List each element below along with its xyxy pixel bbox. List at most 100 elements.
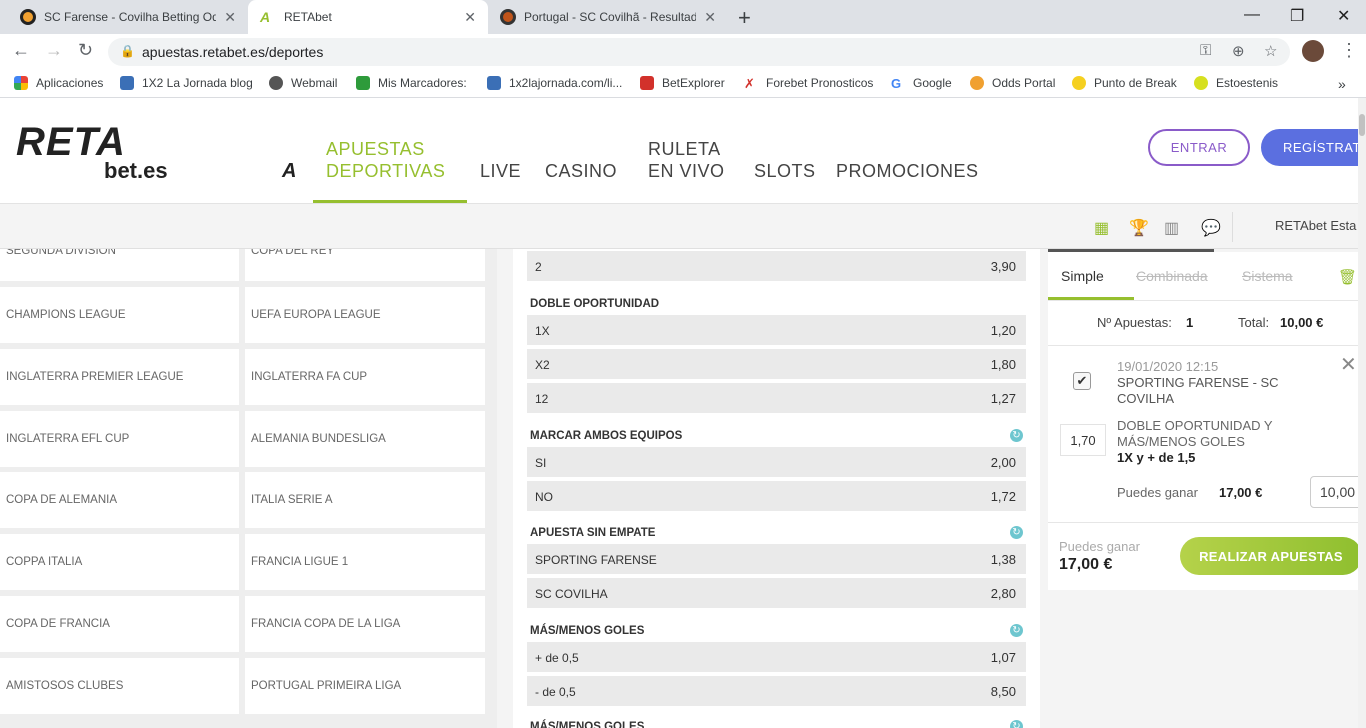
selection-label: 1X — [535, 324, 550, 338]
refresh-icon[interactable]: ↻ — [1010, 720, 1023, 728]
browser-tab-active[interactable]: A RETAbet ✕ — [248, 0, 488, 34]
league-tile[interactable]: ITALIA SERIE A — [245, 472, 485, 529]
url-text[interactable]: apuestas.retabet.es/deportes — [142, 44, 323, 60]
nav-ruleta-en-vivo[interactable]: RULETA EN VIVO — [648, 138, 725, 182]
bookmark-item[interactable]: Mis Marcadores: — [356, 76, 467, 90]
odds-row[interactable]: SI 2,00 — [527, 447, 1026, 477]
retabet-logo[interactable]: RETA bet.es — [16, 122, 168, 183]
odds-row[interactable]: SC COVILHA 2,80 — [527, 578, 1026, 608]
odds-row[interactable]: 2 3,90 — [527, 251, 1026, 281]
nav-apuestas-deportivas[interactable]: APUESTAS DEPORTIVAS — [326, 138, 445, 182]
page-scrollbar[interactable] — [1358, 98, 1366, 728]
nav-label: RULETA — [648, 139, 721, 159]
maximize-icon[interactable]: ❐ — [1290, 6, 1304, 26]
minimize-icon[interactable]: — — [1244, 6, 1260, 24]
remove-bet-icon[interactable]: ✕ — [1340, 352, 1357, 377]
realizar-apuestas-button[interactable]: REALIZAR APUESTAS — [1180, 537, 1362, 575]
star-icon[interactable]: ☆ — [1264, 42, 1277, 60]
league-tile[interactable]: AMISTOSOS CLUBES — [0, 657, 239, 714]
market-title: MÁS/MENOS GOLES — [530, 721, 645, 728]
key-icon[interactable]: ⚿ — [1200, 42, 1211, 59]
bookmark-item[interactable]: G Google — [891, 76, 952, 91]
league-tile[interactable]: SEGUNDA DIVISION — [0, 249, 239, 281]
bookmark-item[interactable]: ✗ Forebet Pronosticos — [744, 76, 873, 91]
nav-promociones[interactable]: PROMOCIONES — [836, 160, 979, 182]
bookmark-item[interactable]: Webmail — [269, 76, 337, 90]
league-tile[interactable]: PORTUGAL PRIMEIRA LIGA — [245, 657, 485, 714]
bookmark-item[interactable]: 1x2lajornada.com/li... — [487, 76, 622, 90]
odds-row[interactable]: - de 0,5 8,50 — [527, 676, 1026, 706]
refresh-icon[interactable]: ↻ — [1010, 429, 1023, 442]
league-tile[interactable]: ALEMANIA BUNDESLIGA — [245, 410, 485, 467]
league-tile[interactable]: FRANCIA COPA DE LA LIGA — [245, 596, 485, 652]
profile-avatar[interactable] — [1302, 40, 1324, 62]
close-tab-icon[interactable]: ✕ — [224, 9, 236, 26]
selection-label: 12 — [535, 392, 549, 406]
nav-live[interactable]: LIVE — [480, 160, 521, 182]
league-tile[interactable]: INGLATERRA FA CUP — [245, 348, 485, 405]
chat-icon[interactable]: 💬 — [1201, 218, 1221, 238]
entrar-button[interactable]: ENTRAR — [1148, 129, 1250, 166]
league-tile[interactable]: COPA DE FRANCIA — [0, 596, 239, 652]
league-tile[interactable]: COPPA ITALIA — [0, 534, 239, 591]
league-tile[interactable]: INGLATERRA EFL CUP — [0, 410, 239, 467]
panel-divider — [497, 249, 513, 728]
market-title: DOBLE OPORTUNIDAD — [530, 298, 660, 310]
zoom-icon[interactable]: ⊕ — [1232, 42, 1245, 60]
address-bar[interactable]: 🔒 apuestas.retabet.es/deportes ⚿ ⊕ ☆ — [108, 38, 1290, 66]
close-window-icon[interactable]: ✕ — [1337, 6, 1350, 26]
odds-row[interactable]: 12 1,27 — [527, 383, 1026, 413]
total-value: 10,00 € — [1280, 315, 1324, 330]
reload-icon[interactable]: ↻ — [78, 40, 93, 61]
refresh-icon[interactable]: ↻ — [1010, 526, 1023, 539]
trash-icon[interactable]: 🗑 — [1338, 268, 1357, 286]
browser-tab[interactable]: Portugal - SC Covilhã - Resultados ✕ — [488, 0, 728, 34]
nav-casino[interactable]: CASINO — [545, 160, 617, 182]
tab-combinada[interactable]: Combinada — [1136, 268, 1208, 284]
bookmark-item[interactable]: BetExplorer — [640, 76, 725, 90]
odds-value: 1,38 — [990, 552, 1016, 567]
bookmark-item[interactable]: 1X2 La Jornada blog — [120, 76, 253, 90]
odds-row[interactable]: 1X 1,20 — [527, 315, 1026, 345]
league-tile[interactable]: CHAMPIONS LEAGUE — [0, 287, 239, 343]
betslip: Simple Combinada Sistema 🗑 Nº Apuestas: … — [1048, 252, 1366, 590]
league-tile[interactable]: FRANCIA LIGUE 1 — [245, 534, 485, 591]
registrate-button[interactable]: REGÍSTRATE — [1261, 129, 1366, 166]
tab-simple[interactable]: Simple — [1061, 268, 1104, 284]
bookmark-label: Webmail — [291, 76, 338, 90]
odds-row[interactable]: NO 1,72 — [527, 481, 1026, 511]
league-tile[interactable]: INGLATERRA PREMIER LEAGUE — [0, 348, 239, 405]
forward-icon[interactable]: → — [45, 40, 63, 61]
league-tile[interactable]: COPA DE ALEMANIA — [0, 472, 239, 529]
browser-toolbar: ← → ↻ 🔒 apuestas.retabet.es/deportes ⚿ ⊕… — [0, 34, 1366, 70]
bookmark-apps[interactable]: Aplicaciones — [14, 76, 103, 90]
nav-slots[interactable]: SLOTS — [754, 160, 816, 182]
bookmark-item[interactable]: Punto de Break — [1072, 76, 1177, 90]
new-tab-icon[interactable]: + — [738, 5, 751, 31]
scrollbar-thumb[interactable] — [1359, 114, 1365, 136]
browser-tab[interactable]: SC Farense - Covilha Betting Odds ✕ — [8, 0, 248, 34]
close-tab-icon[interactable]: ✕ — [704, 9, 716, 26]
nav-label: DEPORTIVAS — [326, 161, 446, 181]
odds-row[interactable]: SPORTING FARENSE 1,38 — [527, 544, 1026, 574]
bookmark-item[interactable]: Estoestenis — [1194, 76, 1278, 90]
refresh-icon[interactable]: ↻ — [1010, 624, 1023, 637]
bookmark-item[interactable]: Odds Portal — [970, 76, 1055, 90]
divider — [1048, 522, 1366, 523]
odds-row[interactable]: + de 0,5 1,07 — [527, 642, 1026, 672]
league-tile[interactable]: COPA DEL REY — [245, 249, 485, 281]
odds-value: 1,20 — [990, 323, 1016, 338]
tab-sistema[interactable]: Sistema — [1242, 268, 1293, 284]
more-bookmarks-icon[interactable]: » — [1338, 76, 1346, 92]
stats-icon[interactable]: ▥ — [1164, 218, 1179, 238]
trophy-icon[interactable]: 🏆 — [1129, 218, 1149, 238]
menu-kebab-icon[interactable]: ⋮ — [1340, 40, 1358, 61]
odds-row[interactable]: X2 1,80 — [527, 349, 1026, 379]
calendar-icon[interactable]: ▦ — [1094, 218, 1109, 238]
close-tab-icon[interactable]: ✕ — [464, 9, 476, 26]
odds-value: 3,90 — [990, 259, 1016, 274]
bet-checkbox[interactable]: ✔ — [1073, 372, 1091, 390]
market-title: APUESTA SIN EMPATE — [530, 527, 656, 539]
league-tile[interactable]: UEFA EUROPA LEAGUE — [245, 287, 485, 343]
back-icon[interactable]: ← — [12, 40, 30, 61]
